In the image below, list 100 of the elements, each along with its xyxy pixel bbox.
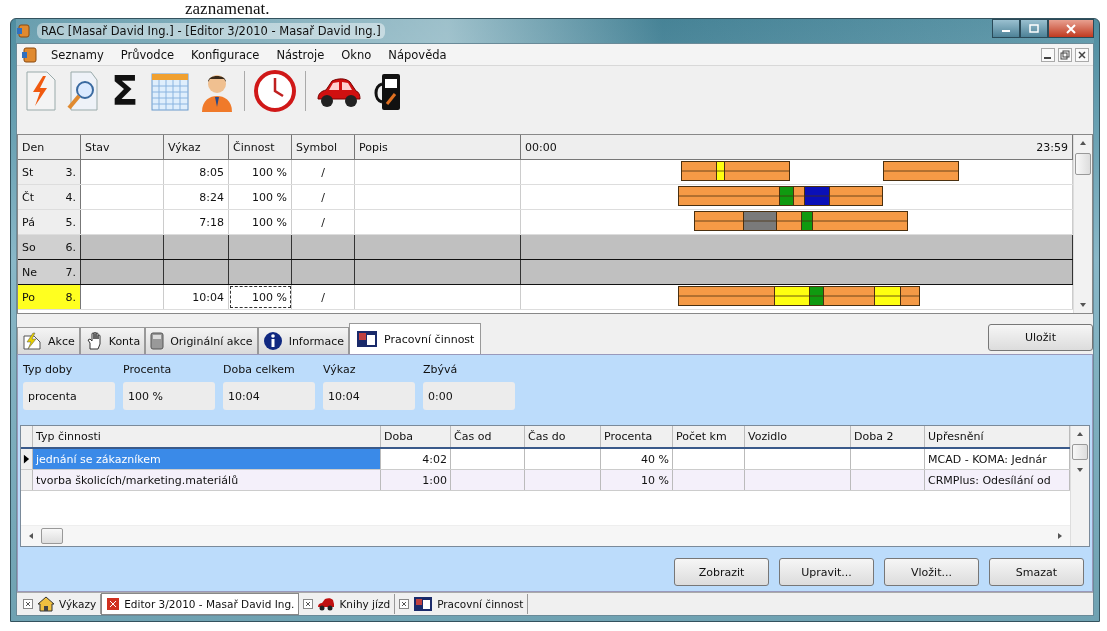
table-cell[interactable]: jednání se zákazníkem xyxy=(33,449,381,469)
time-label: 00:00 xyxy=(525,140,557,154)
table-cell: / xyxy=(292,160,355,184)
document-search-icon[interactable] xyxy=(65,70,99,112)
document-tab[interactable]: Pracovní činnost xyxy=(395,594,529,614)
day-cell[interactable]: Ne 7. xyxy=(18,260,81,284)
column-header[interactable]: Čas od xyxy=(451,426,525,447)
save-button[interactable]: Uložit xyxy=(988,324,1093,351)
field-label: Doba celkem xyxy=(223,361,296,377)
house-icon xyxy=(37,596,55,612)
clock-icon[interactable] xyxy=(253,69,298,113)
column-header[interactable]: Typ činnosti xyxy=(33,426,381,447)
scroll-thumb[interactable] xyxy=(1072,444,1088,460)
window-title: RAC [Masař David Ing.] - [Editor 3/2010 - Masař David Ing.] xyxy=(37,23,385,39)
close-icon xyxy=(399,599,410,609)
column-header[interactable]: Stav xyxy=(81,135,164,159)
menu-item[interactable]: Seznamy xyxy=(45,47,115,62)
menu-item[interactable]: Okno xyxy=(335,47,383,62)
scroll-left-icon[interactable] xyxy=(27,531,35,541)
app-icon xyxy=(21,45,39,64)
column-header[interactable]: Činnost xyxy=(229,135,292,159)
minimize-icon[interactable] xyxy=(1041,47,1055,62)
day-cell[interactable]: Pá 5. xyxy=(18,210,81,234)
day-cell[interactable]: Čt 4. xyxy=(18,185,81,209)
document-text: zaznamenat. xyxy=(184,0,271,18)
table-cell[interactable]: 100 % xyxy=(229,210,292,234)
table-cell[interactable]: 100 % xyxy=(229,160,292,184)
tab[interactable]: Akce xyxy=(17,327,80,354)
field-label: Výkaz xyxy=(323,361,357,377)
column-header[interactable]: Den xyxy=(18,135,81,159)
column-header[interactable]: Výkaz xyxy=(164,135,229,159)
maximize-icon[interactable] xyxy=(1029,23,1039,34)
column-header[interactable]: Symbol xyxy=(292,135,355,159)
info-icon xyxy=(262,331,283,351)
column-header[interactable]: Doba xyxy=(381,426,451,447)
readonly-field: 10:04 xyxy=(323,382,415,410)
column-header[interactable]: Procenta xyxy=(601,426,673,447)
scroll-down-icon[interactable] xyxy=(1075,466,1085,474)
vertical-scrollbar[interactable] xyxy=(1070,426,1089,546)
document-tab[interactable]: Výkazy xyxy=(19,594,102,614)
table-cell: 10:04 xyxy=(164,285,229,309)
scroll-thumb[interactable] xyxy=(1075,153,1091,175)
close-icon xyxy=(23,599,33,609)
table-cell: 10 % xyxy=(601,470,673,490)
row-header[interactable] xyxy=(21,449,33,469)
table-cell: / xyxy=(292,185,355,209)
time-label: 23:59 xyxy=(1036,140,1068,154)
vertical-scrollbar[interactable] xyxy=(1073,135,1092,313)
table-cell[interactable]: 100 % xyxy=(229,185,292,209)
action-button[interactable]: Zobrazit xyxy=(674,558,769,586)
field-label: Typ doby xyxy=(23,361,74,377)
field-label: Procenta xyxy=(123,361,173,377)
table-cell: 8:24 xyxy=(164,185,229,209)
menu-item[interactable]: Konfigurace xyxy=(185,47,271,62)
column-header[interactable]: Doba 2 xyxy=(851,426,925,447)
column-header[interactable]: Čas do xyxy=(525,426,601,447)
readonly-field: 10:04 xyxy=(223,382,315,410)
menu-item[interactable]: Nástroje xyxy=(270,47,336,62)
readonly-field: 100 % xyxy=(123,382,215,410)
table-cell: / xyxy=(292,285,355,309)
table-cell: 8:05 xyxy=(164,160,229,184)
column-header[interactable]: Popis xyxy=(355,135,521,159)
menu-item[interactable]: Nápověda xyxy=(382,47,458,62)
minimize-button[interactable] xyxy=(992,19,1020,38)
scroll-down-icon[interactable] xyxy=(1078,301,1088,309)
table-cell: 4:02 xyxy=(381,449,451,469)
car-icon xyxy=(317,597,336,611)
close-icon[interactable] xyxy=(1075,47,1089,62)
day-cell[interactable]: So 6. xyxy=(18,235,81,259)
day-cell[interactable]: St 3. xyxy=(18,160,81,184)
close-icon xyxy=(303,599,314,609)
maximize-button[interactable] xyxy=(1020,19,1048,38)
scroll-thumb[interactable] xyxy=(41,528,63,544)
horizontal-scrollbar[interactable] xyxy=(21,525,1070,546)
tab[interactable]: Pracovní činnost xyxy=(349,323,482,354)
column-header[interactable]: Vozidlo xyxy=(745,426,851,447)
document-tab[interactable]: Knihy jízd xyxy=(299,594,396,614)
scroll-up-icon[interactable] xyxy=(1075,430,1085,438)
action-button[interactable]: Upravit... xyxy=(779,558,874,586)
sum-button[interactable]: Σ xyxy=(107,71,143,111)
tab[interactable]: Konta xyxy=(79,327,146,354)
menu-item[interactable]: Průvodce xyxy=(114,47,186,62)
readonly-field: 0:00 xyxy=(423,382,515,410)
day-cell[interactable]: Po 8. xyxy=(18,285,81,309)
table-cell[interactable]: tvorba školicích/marketing.materiálů xyxy=(33,470,381,490)
action-button[interactable]: Vložit... xyxy=(884,558,979,586)
scroll-up-icon[interactable] xyxy=(1078,139,1088,147)
tab[interactable]: Originální akce xyxy=(145,327,258,354)
restore-icon[interactable] xyxy=(1058,47,1072,62)
document-lightning-icon[interactable] xyxy=(23,70,57,112)
tab[interactable]: Informace xyxy=(257,327,350,354)
column-header[interactable]: Počet km xyxy=(673,426,745,447)
lightning-icon xyxy=(22,332,42,350)
scroll-right-icon[interactable] xyxy=(1056,531,1064,541)
document-tab[interactable]: Editor 3/2010 - Masař David Ing. xyxy=(101,593,300,615)
field-label: Zbývá xyxy=(423,361,459,377)
action-button[interactable]: Smazat xyxy=(989,558,1084,586)
calculator-icon xyxy=(150,332,165,350)
close-button[interactable] xyxy=(1048,19,1094,38)
table-cell[interactable]: 100 % xyxy=(229,285,292,309)
